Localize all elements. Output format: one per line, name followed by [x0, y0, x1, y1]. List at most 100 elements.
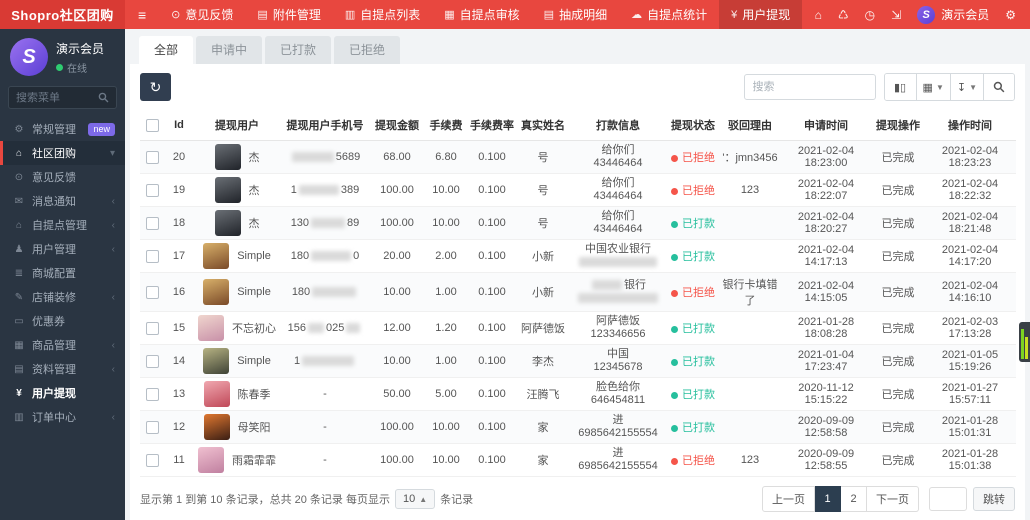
column-header: 手续费率 [468, 110, 516, 141]
topnav-item-feedback[interactable]: ⊙ 意见反馈 [159, 0, 245, 29]
redacted-blur [308, 323, 324, 334]
sidebar-item-config[interactable]: ≣ 商城配置 [0, 261, 125, 285]
topnav-item-label: 自提点统计 [647, 8, 708, 22]
search-toggle-button[interactable] [983, 74, 1014, 100]
user-menu[interactable]: S 演示会员 [917, 5, 989, 24]
row-checkbox[interactable] [145, 285, 159, 299]
sidebar-item-station[interactable]: ⌂ 自提点管理 ‹ [0, 213, 125, 237]
topnav-item-stats[interactable]: ☁ 自提点统计 [619, 0, 719, 29]
tab-0[interactable]: 全部 [139, 36, 194, 64]
row-checkbox[interactable] [145, 453, 159, 467]
sidebar-profile[interactable]: S 演示会员 在线 [0, 29, 125, 83]
page-button-2[interactable]: 2 [841, 486, 867, 512]
sidebar-search-input[interactable] [16, 91, 98, 104]
tab-3[interactable]: 已拒绝 [334, 36, 401, 64]
page-jump-button[interactable]: 跳转 [973, 487, 1015, 511]
sidebar-search[interactable] [8, 86, 117, 109]
cell-amount: 100.00 [370, 206, 424, 240]
per-page-dropdown[interactable]: 10 ▲ [394, 489, 436, 509]
row-checkbox[interactable] [145, 420, 159, 434]
next-page-button[interactable]: 下一页 [867, 486, 919, 512]
row-checkbox[interactable] [145, 321, 159, 335]
topnav-item-audit[interactable]: ▦ 自提点审核 [432, 0, 531, 29]
row-checkbox[interactable] [145, 216, 159, 230]
cell-operate-time: 2021-02-04 18:23:23 [924, 140, 1016, 174]
sidebar-toggle-icon[interactable]: ≡ [125, 0, 159, 29]
column-header: 真实姓名 [516, 110, 570, 141]
sidebar-item-withdraw[interactable]: ¥ 用户提现 [0, 381, 125, 405]
topnav-item-files[interactable]: ▤ 附件管理 [245, 0, 332, 29]
user-avatar-image[interactable] [214, 210, 241, 236]
clear-cache-icon[interactable]: ♺ [838, 8, 849, 22]
cell-fee: 10.00 [424, 173, 468, 207]
user-cell: Simple [196, 243, 278, 269]
sidebar-item-decorate[interactable]: ✎ 店铺装修 ‹ [0, 285, 125, 309]
page-jump-input[interactable] [929, 487, 967, 511]
topnav-item-withdraw[interactable]: ¥ 用户提现 [719, 0, 803, 29]
cell-id: 19 [164, 173, 194, 207]
user-avatar-image[interactable] [214, 177, 241, 203]
cell-rate: 0.100 [468, 272, 516, 312]
sidebar-item-notice[interactable]: ✉ 消息通知 ‹ [0, 189, 125, 213]
sidebar-item-users[interactable]: ♟ 用户管理 ‹ [0, 237, 125, 261]
status-badge: 已打款 [682, 218, 715, 230]
user-cell: 母笑阳 [196, 414, 278, 440]
status-dot [671, 187, 678, 195]
columns-button[interactable]: ▦ ▼ [915, 74, 950, 100]
user-avatar-image[interactable] [203, 414, 230, 440]
cell-rate: 0.100 [468, 344, 516, 378]
user-avatar-image[interactable] [214, 144, 241, 170]
select-all-checkbox[interactable] [145, 118, 159, 132]
cell-pay-info: 银行 [570, 272, 666, 312]
settings-gear-icon[interactable]: ⚙ [1005, 8, 1016, 22]
column-header: 提现操作 [872, 110, 924, 141]
home-icon[interactable]: ⌂ [815, 8, 822, 22]
row-checkbox[interactable] [145, 387, 159, 401]
sidebar-item-general[interactable]: ⚙ 常规管理 new [0, 117, 125, 141]
table-search-input[interactable] [743, 74, 876, 100]
history-icon[interactable]: ◷ [865, 8, 875, 22]
cell-realname: 阿萨德饭 [516, 311, 570, 345]
tab-1[interactable]: 申请中 [196, 36, 263, 64]
row-checkbox[interactable] [145, 150, 159, 164]
sidebar-item-feedback[interactable]: ⊙ 意见反馈 [0, 165, 125, 189]
chevron-left-icon: ‹ [111, 219, 115, 231]
user-avatar-image[interactable] [203, 243, 230, 269]
cell-user: 母笑阳 [194, 410, 280, 444]
pay-info-line: 43446464 [572, 157, 664, 170]
brand-logo[interactable]: Shopro社区团购 [0, 0, 125, 29]
row-checkbox[interactable] [145, 183, 159, 197]
toggle-view-button[interactable]: ▮▯ [884, 74, 916, 100]
user-avatar-image[interactable] [198, 447, 224, 473]
cell-user: Simple [194, 239, 280, 273]
export-button[interactable]: ↧ ▼ [949, 74, 983, 100]
topnav-item-list[interactable]: ▥ 自提点列表 [333, 0, 432, 29]
table-row: 15 不忘初心 156 025 12.00 1.20 0.100 阿萨德饭 阿萨德饭 123346… [140, 311, 1016, 345]
topnav-item-detail[interactable]: ▤ 抽成明细 [532, 0, 619, 29]
user-avatar-image[interactable] [203, 381, 230, 407]
cell-operate-time: 2021-02-04 18:21:48 [924, 206, 1016, 240]
row-checkbox[interactable] [145, 354, 159, 368]
cell-operation: 已完成 [872, 140, 924, 174]
refresh-button[interactable]: ↻ [140, 73, 171, 101]
sidebar-item-coupon[interactable]: ▭ 优惠券 [0, 309, 125, 333]
sidebar-item-goods[interactable]: ▦ 商品管理 ‹ [0, 333, 125, 357]
pay-info-line: 进 [572, 447, 664, 460]
floating-monitor-widget[interactable] [1019, 322, 1030, 362]
user-avatar-image[interactable] [203, 348, 230, 374]
sidebar-item-orders[interactable]: ▥ 订单中心 ‹ [0, 405, 125, 429]
page-button-1[interactable]: 1 [815, 486, 841, 512]
user-avatar-image[interactable] [198, 315, 224, 341]
sidebar-item-label: 用户提现 [32, 388, 76, 400]
user-avatar-image[interactable] [203, 279, 230, 305]
sidebar-item-community[interactable]: ⌂ 社区团购 ▾ [0, 141, 125, 165]
sidebar-item-material[interactable]: ▤ 资料管理 ‹ [0, 357, 125, 381]
tab-2[interactable]: 已打款 [265, 36, 332, 64]
cell-user: 陈春季 [194, 377, 280, 411]
prev-page-button[interactable]: 上一页 [762, 486, 815, 512]
cell-amount: 10.00 [370, 344, 424, 378]
cell-amount: 100.00 [370, 443, 424, 477]
row-checkbox[interactable] [145, 249, 159, 263]
status-badge: 已打款 [682, 422, 715, 434]
fullscreen-icon[interactable]: ⇲ [891, 8, 901, 22]
